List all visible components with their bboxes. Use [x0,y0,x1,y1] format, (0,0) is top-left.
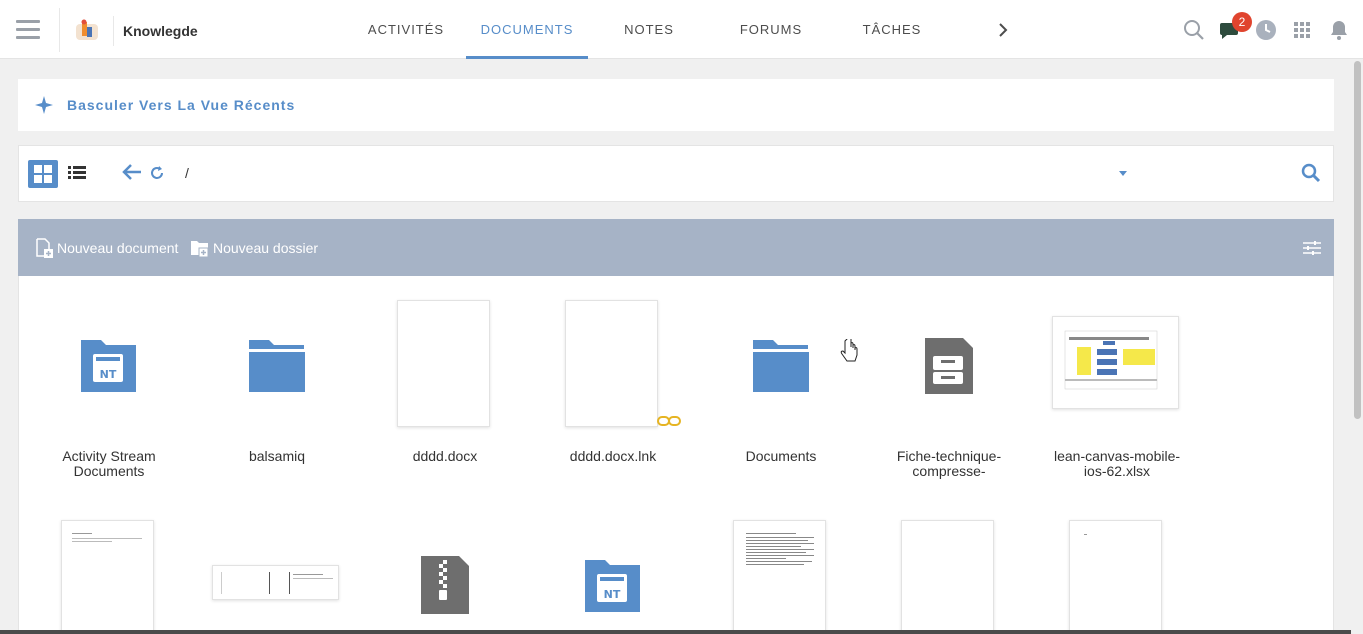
page-scrollbar[interactable] [1351,59,1363,634]
item-name: Activity Stream Documents [62,449,156,479]
new-document-label: Nouveau document [57,240,179,256]
new-document-icon [36,238,53,258]
grid-item-dddd-docx[interactable]: dddd.docx [375,296,515,486]
item-name: dddd.docx [412,449,478,464]
spreadsheet-preview-image [1064,330,1158,390]
grid-item-blank-document-2[interactable] [1047,516,1187,634]
space-logo-icon[interactable] [74,18,100,44]
space-name: Knowlegde [123,23,198,39]
grid-item-text-document[interactable] [39,516,179,634]
apps-grid-icon[interactable] [1290,18,1314,42]
grid-item-blank-document[interactable] [879,516,1019,634]
new-folder-button[interactable]: Nouveau dossier [190,238,318,258]
grid-view-icon [34,165,52,183]
recent-view-banner: Basculer Vers La Vue Récents [18,79,1334,131]
documents-toolbar: / [18,145,1334,202]
folder-icon [753,340,809,392]
tab-activites[interactable]: ACTIVITÉS [346,0,466,59]
item-name: balsamiq [248,449,306,464]
archive-file-icon [925,338,973,394]
new-folder-label: Nouveau dossier [213,240,319,256]
documents-grid: NT Activity Stream Documents balsamiq dd… [18,276,1334,634]
grid-item-balsamiq[interactable]: balsamiq [207,296,347,486]
tab-forums[interactable]: FORUMS [710,0,832,59]
item-name: dddd.docx.lnk [569,449,657,464]
navigation-tabs: ACTIVITÉS DOCUMENTS NOTES FORUMS TÂCHES [346,0,952,59]
filter-settings-icon[interactable] [1303,240,1321,256]
actions-bar: Nouveau document Nouveau dossier [18,219,1334,276]
list-view-icon[interactable] [68,165,86,181]
bottom-edge [0,630,1351,634]
mouse-cursor-icon [840,339,858,362]
nt-folder-icon: NT [585,560,640,612]
grid-item-zip-archive[interactable] [375,516,515,634]
grid-item-dense-document[interactable] [711,516,851,634]
bell-icon[interactable] [1327,18,1351,42]
divider [113,16,114,46]
document-thumbnail [61,520,154,634]
grid-item-documents[interactable]: Documents [711,296,851,486]
document-thumbnail [212,565,339,600]
document-preview-lines [746,533,814,565]
document-thumbnail [397,300,490,427]
grid-item-nt-folder[interactable]: NT [543,516,683,634]
chevron-right-icon[interactable] [993,19,1013,41]
top-navigation-bar: Knowlegde ACTIVITÉS DOCUMENTS NOTES FORU… [0,0,1363,59]
zip-file-icon [421,556,469,614]
grid-item-lean-canvas[interactable]: lean-canvas-mobile-ios-62.xlsx [1047,296,1187,486]
document-preview-lines [1084,534,1087,535]
new-document-button[interactable]: Nouveau document [34,238,178,258]
document-thumbnail [1069,520,1162,634]
grid-item-landscape-document[interactable] [207,516,347,634]
document-thumbnail [901,520,994,634]
divider [59,8,60,52]
grid-view-button[interactable] [28,160,58,188]
dropdown-caret-icon[interactable] [1119,171,1127,176]
grid-item-activity-stream[interactable]: NT Activity Stream Documents [39,296,179,486]
current-path: / [185,165,189,181]
tab-taches[interactable]: TÂCHES [832,0,952,59]
item-name: Fiche-technique-compresse- [896,449,1002,479]
refresh-icon[interactable] [149,165,165,181]
document-preview-lines [221,572,333,594]
back-arrow-icon[interactable] [122,163,142,181]
svg-text:NT: NT [100,368,117,381]
svg-text:NT: NT [604,588,621,601]
grid-item-fiche-technique[interactable]: Fiche-technique-compresse- [879,296,1019,486]
item-name: lean-canvas-mobile-ios-62.xlsx [1053,449,1181,479]
nt-folder-icon: NT [81,340,136,392]
search-icon[interactable] [1301,163,1321,183]
document-thumbnail [733,520,826,634]
hamburger-menu-icon[interactable] [16,20,40,40]
tab-notes[interactable]: NOTES [588,0,710,59]
scrollbar-thumb[interactable] [1354,61,1361,419]
folder-icon [249,340,305,392]
new-folder-icon [191,241,209,258]
search-icon[interactable] [1182,18,1206,42]
clock-icon[interactable] [1254,18,1278,42]
document-preview-lines [72,533,142,542]
item-name: Documents [745,449,817,464]
tab-documents[interactable]: DOCUMENTS [466,0,588,59]
switch-to-recent-link[interactable]: Basculer Vers La Vue Récents [67,97,295,113]
grid-item-dddd-docx-lnk[interactable]: dddd.docx.lnk [543,296,683,486]
sparkle-icon [35,96,53,114]
document-thumbnail [565,300,658,427]
spreadsheet-thumbnail [1052,316,1179,409]
notification-badge: 2 [1232,12,1252,32]
link-icon [657,416,681,426]
